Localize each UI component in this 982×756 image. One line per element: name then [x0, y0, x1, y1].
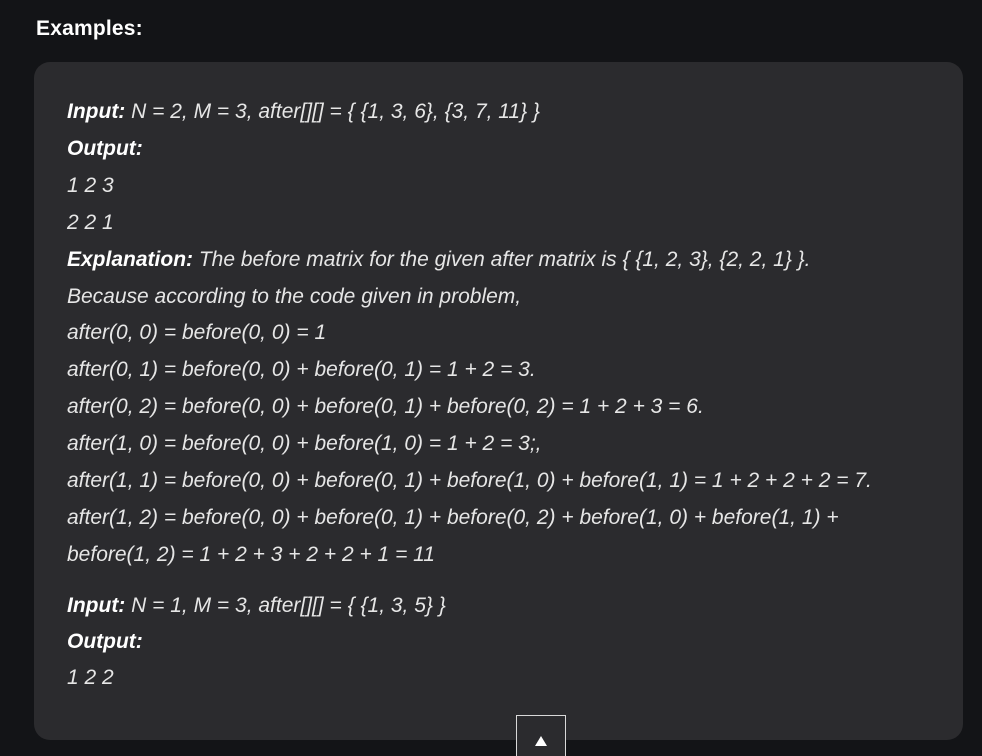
- explanation-line: after(1, 1) = before(0, 0) + before(0, 1…: [67, 469, 872, 492]
- explanation-line: after(0, 1) = before(0, 0) + before(0, 1…: [67, 358, 536, 381]
- input-label: Input:: [67, 594, 126, 617]
- example2-input-line: Input: N = 1, M = 3, after[][] = { {1, 3…: [67, 595, 446, 616]
- explanation-line: after(1, 2) = before(0, 0) + before(0, 1…: [67, 506, 839, 529]
- example1-input-line: Input: N = 2, M = 3, after[][] = { {1, 3…: [67, 101, 540, 122]
- output-line: 1 2 3: [67, 174, 114, 197]
- explanation-line: Explanation: The before matrix for the g…: [67, 249, 811, 270]
- explanation-line: after(1, 0) = before(0, 0) + before(1, 0…: [67, 432, 542, 455]
- explanation-text: The before matrix for the given after ma…: [193, 248, 811, 271]
- output-label: Output:: [67, 630, 143, 653]
- explanation-label: Explanation:: [67, 248, 194, 271]
- section-title: Examples:: [36, 17, 143, 40]
- explanation-line: after(0, 2) = before(0, 0) + before(0, 1…: [67, 395, 704, 418]
- explanation-line: after(0, 0) = before(0, 0) = 1: [67, 321, 327, 344]
- output-line: 2 2 1: [67, 211, 114, 234]
- output-label: Output:: [67, 137, 143, 160]
- arrow-up-icon: [535, 736, 547, 746]
- input-value: N = 2, M = 3, after[][] = { {1, 3, 6}, {…: [125, 100, 540, 123]
- explanation-line: before(1, 2) = 1 + 2 + 3 + 2 + 2 + 1 = 1…: [67, 543, 435, 566]
- scroll-to-top-button[interactable]: [516, 715, 566, 756]
- input-value: N = 1, M = 3, after[][] = { {1, 3, 5} }: [125, 594, 446, 617]
- output-line: 1 2 2: [67, 666, 114, 689]
- input-label: Input:: [67, 100, 126, 123]
- explanation-line: Because according to the code given in p…: [67, 285, 522, 308]
- examples-box: Input: N = 2, M = 3, after[][] = { {1, 3…: [34, 62, 963, 740]
